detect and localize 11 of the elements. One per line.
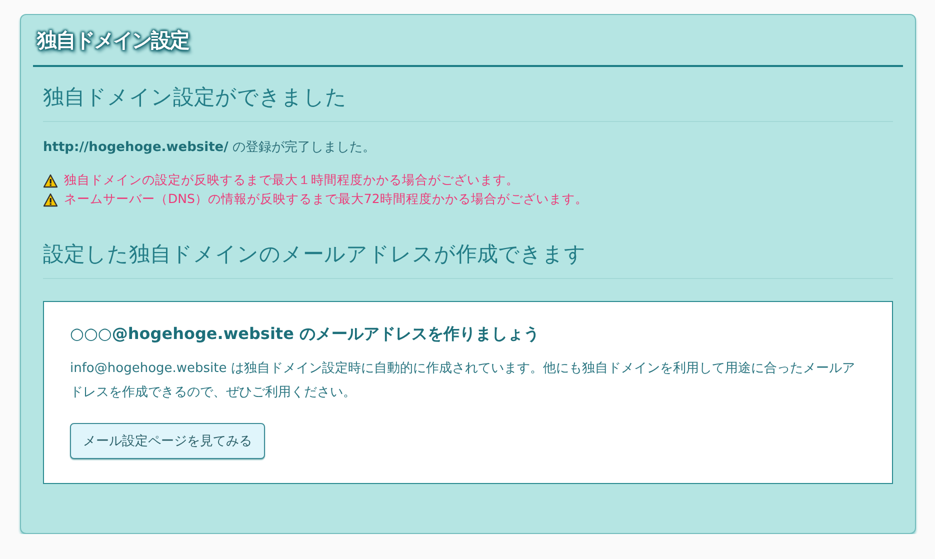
- warning-icon: [43, 174, 58, 188]
- warning-icon: [43, 192, 58, 206]
- section-heading: 設定した独自ドメインのメールアドレスが作成できます: [43, 224, 893, 279]
- card-title: ○○○@hogehoge.website のメールアドレスを作りましょう: [70, 324, 540, 345]
- warning-text: ネームサーバー（DNS）の情報が反映するまで最大72時間程度かかる場合がございます。: [64, 191, 588, 208]
- panel-title: 独自ドメイン設定: [36, 27, 189, 54]
- warning-text: 独自ドメインの設定が反映するまで最大１時間程度かかる場合がございます。: [64, 172, 519, 189]
- card-description: info@hogehoge.website は独自ドメイン設定時に自動的に作成されています。他にも独自ドメインを利用して用途に合ったメールアドレスを作成できるので、ぜひご利用ください。: [70, 360, 856, 402]
- completion-message: http://hogehoge.website/ の登録が完了しました。: [43, 139, 376, 156]
- section-heading: 独自ドメイン設定ができました: [43, 67, 893, 122]
- mail-settings-button[interactable]: メール設定ページを見てみる: [70, 423, 265, 459]
